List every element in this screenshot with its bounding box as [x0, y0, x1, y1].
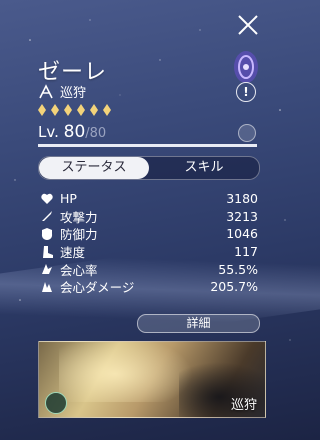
rarity-diamond-icon	[103, 104, 111, 116]
details-button[interactable]: 詳細	[137, 314, 260, 333]
stat-row-speed: 速度 117	[40, 243, 258, 261]
boot-icon	[43, 245, 53, 258]
stat-label: 速度	[60, 245, 86, 261]
stat-value: 3180	[226, 191, 258, 207]
stat-label: 攻撃力	[60, 209, 98, 225]
level-current: 80	[63, 122, 86, 142]
light-cone-card[interactable]: 巡狩	[38, 341, 266, 418]
rarity-stars	[38, 104, 111, 116]
stat-row-defense: 防御力 1046	[40, 225, 258, 243]
heart-icon	[41, 193, 53, 204]
info-button[interactable]: !	[236, 82, 256, 102]
stat-value: 3213	[226, 208, 258, 224]
stat-row-hp: HP 3180	[40, 190, 258, 208]
shield-icon	[41, 227, 53, 240]
rarity-diamond-icon	[64, 104, 72, 116]
stat-label: 防御力	[60, 227, 98, 243]
tab-skills[interactable]: スキル	[149, 157, 259, 179]
stat-label: HP	[60, 191, 77, 207]
level-prefix: Lv.	[38, 123, 59, 141]
stats-list: HP 3180 攻撃力 3213 防御力 1046 速度 117 会心率 55.…	[40, 190, 258, 296]
hunt-path-icon	[39, 83, 53, 98]
light-cone-artwork	[59, 342, 199, 402]
tab-bar: ステータス スキル	[38, 156, 260, 180]
stat-row-crit-rate: 会心率 55.5%	[40, 260, 258, 278]
crit-damage-icon	[42, 281, 52, 292]
path-emblem-icon	[234, 51, 258, 83]
rarity-diamond-icon	[77, 104, 85, 116]
stat-label: 会心率	[60, 262, 98, 278]
sword-icon	[42, 211, 52, 222]
path-name: 巡狩	[60, 86, 87, 101]
stat-value: 117	[234, 244, 258, 260]
tab-status[interactable]: ステータス	[39, 157, 149, 179]
light-cone-path-icon	[45, 392, 67, 414]
stat-value: 55.5%	[218, 261, 258, 277]
rarity-diamond-icon	[90, 104, 98, 116]
rarity-diamond-icon	[38, 104, 46, 116]
rarity-diamond-icon	[51, 104, 59, 116]
stat-row-crit-damage: 会心ダメージ 205.7%	[40, 278, 258, 296]
close-icon[interactable]	[235, 12, 261, 38]
magnify-icon[interactable]	[238, 124, 256, 142]
stat-label: 会心ダメージ	[60, 280, 135, 296]
stat-value: 205.7%	[210, 279, 258, 295]
stat-row-attack: 攻撃力 3213	[40, 208, 258, 226]
light-cone-path-label: 巡狩	[230, 398, 257, 413]
path-row: 巡狩	[38, 82, 86, 101]
stat-value: 1046	[226, 226, 258, 242]
level-progress-bar	[38, 144, 257, 147]
crit-rate-icon	[42, 264, 52, 275]
level-max: /80	[85, 126, 107, 141]
level-display: Lv. 80/80	[38, 122, 106, 142]
level-progress-fill	[38, 144, 257, 147]
